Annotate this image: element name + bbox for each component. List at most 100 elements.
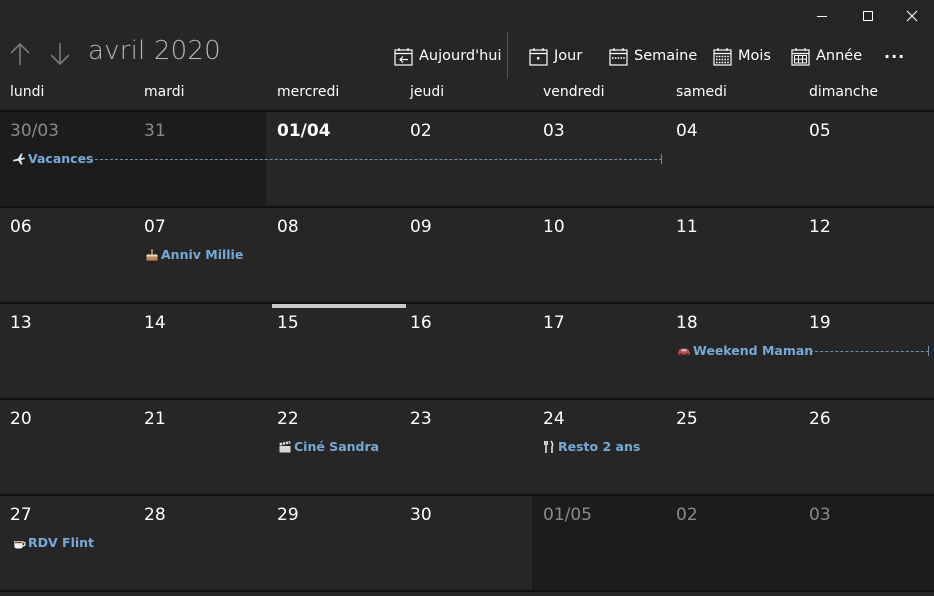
week-divider [0, 206, 934, 208]
week-divider [0, 398, 934, 400]
day-number[interactable]: 15 [277, 313, 299, 333]
coffee-cup-icon [14, 540, 26, 548]
more-icon: ··· [884, 46, 906, 66]
event-title: Vacances [28, 151, 94, 166]
day-number[interactable]: 21 [144, 409, 166, 429]
month-icon [713, 47, 732, 66]
day-number[interactable]: 14 [144, 313, 166, 333]
close-icon [906, 10, 918, 22]
today-icon [394, 47, 413, 66]
weekday-mercredi: mercredi [277, 84, 340, 100]
day-number[interactable]: 18 [676, 313, 698, 333]
day-number[interactable]: 20 [10, 409, 32, 429]
day-number[interactable]: 02 [410, 121, 432, 141]
close-button[interactable] [889, 0, 934, 32]
toolbar-separator [507, 32, 508, 79]
day-number[interactable]: 02 [676, 505, 698, 525]
day-number[interactable]: 30 [410, 505, 432, 525]
weekday-lundi: lundi [10, 84, 45, 100]
day-number[interactable]: 01/05 [543, 505, 592, 525]
event-anniv-millie[interactable]: Anniv Millie [145, 247, 243, 262]
day-number[interactable]: 28 [144, 505, 166, 525]
weekday-jeudi: jeudi [410, 84, 445, 100]
today-label: Aujourd'hui [419, 48, 502, 64]
day-number[interactable]: 04 [676, 121, 698, 141]
day-number[interactable]: 22 [277, 409, 299, 429]
day-number[interactable]: 19 [809, 313, 831, 333]
day-number[interactable]: 07 [144, 217, 166, 237]
week-divider [0, 590, 934, 592]
event-cine-sandra[interactable]: Ciné Sandra [278, 439, 379, 454]
weekday-mardi: mardi [144, 84, 185, 100]
month-label: Mois [738, 48, 771, 64]
day-number[interactable]: 13 [10, 313, 32, 333]
day-number[interactable]: 03 [543, 121, 565, 141]
day-number[interactable]: 06 [10, 217, 32, 237]
today-indicator [272, 304, 406, 308]
event-span-line [90, 159, 662, 160]
week-label: Semaine [634, 48, 698, 64]
event-title: Ciné Sandra [294, 439, 380, 454]
car-icon [678, 348, 690, 356]
event-span-end [661, 154, 662, 164]
week-view-button[interactable]: Semaine [609, 40, 697, 72]
day-number[interactable]: 12 [809, 217, 831, 237]
weekday-vendredi: vendredi [543, 84, 605, 100]
arrow-down-icon [50, 43, 70, 66]
weekday-dimanche: dimanche [809, 84, 879, 100]
day-number[interactable]: 09 [410, 217, 432, 237]
day-number[interactable]: 11 [676, 217, 698, 237]
day-number[interactable]: 26 [809, 409, 831, 429]
next-month-button[interactable] [48, 40, 72, 68]
fork-knife-icon [544, 439, 554, 453]
day-number[interactable]: 10 [543, 217, 565, 237]
clapperboard-icon [279, 440, 291, 452]
day-number[interactable]: 29 [277, 505, 299, 525]
event-title: Anniv Millie [161, 247, 244, 262]
week-divider [0, 494, 934, 496]
day-view-button[interactable]: Jour [529, 40, 582, 72]
minimize-button[interactable] [799, 0, 845, 32]
day-number[interactable]: 01/04 [277, 121, 331, 141]
maximize-button[interactable] [845, 0, 891, 32]
previous-month-button[interactable] [8, 40, 32, 68]
day-number[interactable]: 03 [809, 505, 831, 525]
day-number[interactable]: 17 [543, 313, 565, 333]
year-view-button[interactable]: Année [791, 40, 862, 72]
event-vacances[interactable]: Vacances [12, 151, 94, 166]
day-number[interactable]: 24 [543, 409, 565, 429]
week-icon [609, 47, 628, 66]
airplane-icon [13, 153, 25, 164]
event-title: RDV Flint [28, 535, 95, 550]
month-view-button[interactable]: Mois [713, 40, 771, 72]
day-number[interactable]: 30/03 [10, 121, 59, 141]
day-number[interactable]: 25 [676, 409, 698, 429]
event-span-end [928, 346, 929, 356]
day-number[interactable]: 27 [10, 505, 32, 525]
day-label: Jour [554, 48, 583, 64]
today-button[interactable]: Aujourd'hui [394, 40, 502, 72]
event-weekend-maman[interactable]: Weekend Maman [677, 343, 813, 358]
cake-icon [146, 248, 158, 260]
year-icon [791, 47, 810, 66]
day-number[interactable]: 08 [277, 217, 299, 237]
event-resto-2-ans[interactable]: Resto 2 ans [542, 439, 640, 454]
month-title[interactable]: avril 2020 [88, 36, 221, 66]
day-number[interactable]: 16 [410, 313, 432, 333]
more-options-button[interactable]: ··· [884, 40, 905, 72]
minimize-icon [817, 16, 827, 17]
day-icon [529, 47, 548, 66]
day-number[interactable]: 23 [410, 409, 432, 429]
week-divider [0, 302, 934, 304]
day-number[interactable]: 05 [809, 121, 831, 141]
event-rdv-flint[interactable]: RDV Flint [12, 535, 94, 550]
arrow-up-icon [10, 42, 30, 65]
event-title: Resto 2 ans [558, 439, 641, 454]
event-title: Weekend Maman [693, 343, 814, 358]
day-number[interactable]: 31 [144, 121, 166, 141]
weekday-samedi: samedi [676, 84, 727, 100]
maximize-icon [863, 11, 873, 21]
event-span-line [805, 351, 929, 352]
year-label: Année [816, 48, 863, 64]
out-of-month-cells-may [532, 496, 934, 590]
